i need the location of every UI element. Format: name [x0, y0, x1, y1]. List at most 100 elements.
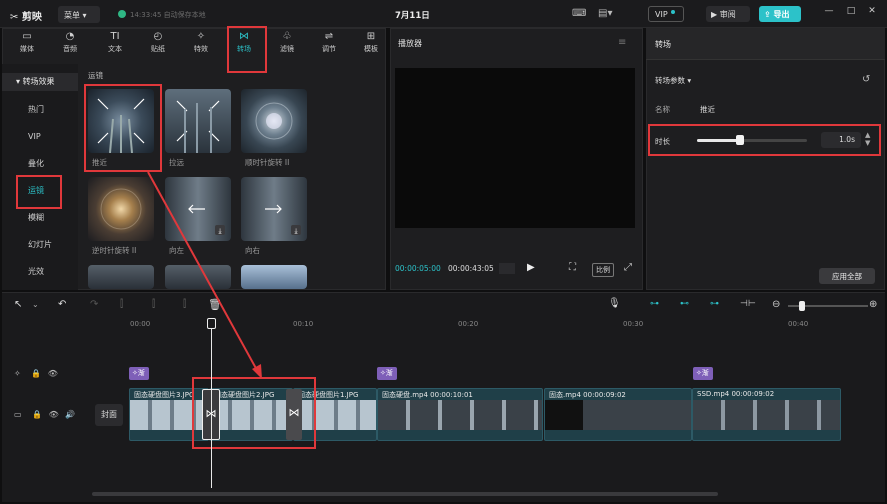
zoom-in-icon[interactable]: ⊕	[869, 299, 877, 310]
player-title: 播放器	[398, 39, 422, 48]
speaker-icon[interactable]: 🔊	[65, 410, 75, 419]
select-tool-icon[interactable]: ↖	[14, 299, 22, 310]
sidebar-item-blur[interactable]: 模糊	[2, 209, 78, 227]
apply-all-button[interactable]: 应用全部	[819, 268, 875, 284]
tab-sticker[interactable]: ◴ 贴纸	[139, 30, 177, 60]
effect-clip[interactable]: ✧渐	[377, 367, 397, 380]
eye-icon[interactable]: 👁	[49, 410, 59, 419]
sidebar-item-hot[interactable]: 热门	[2, 101, 78, 119]
clip-label: SSD.mp4 00:00:09:02	[697, 390, 775, 398]
cover-button[interactable]: 封面	[95, 404, 123, 426]
menu-button[interactable]: 菜单 ▾	[58, 6, 100, 23]
effects-icon: ✧	[196, 31, 206, 42]
frame-icon[interactable]	[499, 263, 515, 274]
playhead-handle[interactable]	[207, 318, 216, 329]
transition-thumb-right[interactable]: ⤓	[241, 177, 307, 241]
effect-clip[interactable]: ✧渐	[129, 367, 149, 380]
playhead[interactable]	[211, 318, 212, 488]
tab-sticker-label: 贴纸	[151, 45, 165, 53]
sidebar-item-vip[interactable]: VIP	[2, 128, 78, 146]
close-button[interactable]: ✕	[865, 6, 879, 20]
clip-thumbnails	[693, 400, 840, 430]
lock-icon[interactable]: 🔒	[32, 410, 42, 419]
transition-thumb[interactable]	[241, 265, 307, 289]
transition-thumb-pull-out[interactable]	[165, 89, 231, 153]
transition-thumb-left[interactable]: ⤓	[165, 177, 231, 241]
tab-audio[interactable]: ◔ 音频	[51, 30, 89, 60]
clip-label: 固态硬盘.mp4 00:00:10:01	[382, 391, 473, 399]
app-name: 剪映	[21, 12, 42, 23]
tab-effects[interactable]: ✧ 特效	[182, 30, 220, 60]
transition-thumb[interactable]	[88, 265, 154, 289]
delete-icon[interactable]: 🗑	[208, 298, 222, 311]
tab-audio-label: 音频	[63, 45, 77, 53]
name-value: 推近	[700, 105, 715, 114]
menu-icon[interactable]: ≡	[618, 37, 626, 48]
timeline-scrollbar[interactable]	[92, 492, 718, 496]
effect-clip[interactable]: ✧渐	[693, 367, 713, 380]
vip-dot-icon	[670, 10, 675, 14]
redo-icon[interactable]: ↷	[90, 299, 98, 310]
tab-adjust[interactable]: ⇌ 调节	[310, 30, 348, 60]
fullscreen-icon[interactable]: ⤢	[624, 262, 632, 273]
split-left-icon[interactable]: ⫿	[152, 299, 155, 310]
zoom-out-icon[interactable]: ⊖	[772, 299, 780, 310]
sidebar-header[interactable]: ▾ 转场效果	[2, 73, 78, 91]
properties-panel	[646, 28, 885, 290]
eye-icon[interactable]: 👁	[48, 369, 58, 378]
player-screen[interactable]	[395, 68, 635, 228]
layout-icon[interactable]: ▤▾	[598, 8, 612, 19]
sidebar-item-dissolve[interactable]: 叠化	[2, 155, 78, 173]
transition-thumb[interactable]	[165, 265, 231, 289]
vip-label: VIP	[655, 10, 668, 19]
ruler-tick: 00:30	[623, 320, 644, 328]
preview-axis-icon[interactable]: ⊣⊢	[740, 299, 756, 309]
thumb-label-rotate-ccw: 逆时针旋转 II	[92, 246, 137, 255]
tab-filter[interactable]: ♧ 滤镜	[268, 30, 306, 60]
sidebar-item-light[interactable]: 光效	[2, 263, 78, 281]
video-track-head: ▭ 🔒 👁 🔊	[14, 410, 75, 419]
review-button[interactable]: ▶ 审阅	[706, 6, 750, 22]
video-clip[interactable]: SSD.mp4 00:00:09:02	[692, 388, 841, 441]
transition-params-header[interactable]: 转场参数 ▾	[655, 75, 691, 86]
vip-button[interactable]: VIP	[648, 6, 684, 22]
play-icon[interactable]: ▶	[527, 262, 535, 273]
keyboard-icon[interactable]: ⌨	[572, 8, 586, 19]
text-icon: TI	[110, 31, 120, 42]
export-label: 导出	[773, 10, 790, 19]
auto-snap-icon[interactable]: ⊷	[680, 299, 689, 309]
linkage-icon[interactable]: ⊶	[710, 299, 719, 309]
sidebar-header-label: 转场效果	[22, 77, 55, 86]
sidebar-item-slideshow[interactable]: 幻灯片	[2, 236, 78, 254]
undo-icon[interactable]: ↶	[58, 299, 66, 310]
tab-text[interactable]: TI 文本	[96, 30, 134, 60]
ratio-button[interactable]: 比例	[592, 263, 614, 277]
highlight-camera-category	[16, 175, 62, 209]
split-right-icon[interactable]: ⫿	[183, 299, 186, 310]
maximize-button[interactable]: □	[844, 6, 858, 20]
clip-thumbnails	[378, 400, 542, 430]
minimize-button[interactable]: —	[822, 6, 836, 20]
video-track-icon: ▭	[14, 410, 22, 419]
lock-icon[interactable]: 🔒	[31, 369, 41, 378]
zoom-slider-handle[interactable]	[799, 301, 805, 311]
swirl-icon	[255, 102, 293, 140]
clip-thumbnails	[545, 400, 691, 430]
chevron-down-icon[interactable]: ⌄	[32, 300, 39, 309]
ruler-tick: 00:10	[293, 320, 314, 328]
video-clip[interactable]: 固态.mp4 00:00:09:02	[544, 388, 692, 441]
main-track-magnet-icon[interactable]: ⊶	[650, 299, 659, 309]
tab-media[interactable]: ▭ 媒体	[8, 30, 46, 60]
transition-thumb-rotate-ccw[interactable]	[88, 177, 154, 241]
split-icon[interactable]: ⫿	[120, 299, 123, 310]
video-clip[interactable]: 固态硬盘.mp4 00:00:10:01	[377, 388, 543, 441]
reset-icon[interactable]: ↺	[862, 74, 870, 85]
transition-thumb-rotate-cw[interactable]	[241, 89, 307, 153]
tab-template[interactable]: ⊞ 模板	[352, 30, 390, 60]
microphone-icon[interactable]: 🎙	[608, 298, 621, 309]
name-label: 名称	[655, 105, 670, 114]
fullscreen-fit-icon[interactable]: ⛶	[569, 262, 576, 273]
export-button[interactable]: ⇪ 导出	[759, 6, 801, 22]
properties-title: 转场	[655, 40, 671, 49]
grid-section-title: 运镜	[88, 71, 103, 80]
